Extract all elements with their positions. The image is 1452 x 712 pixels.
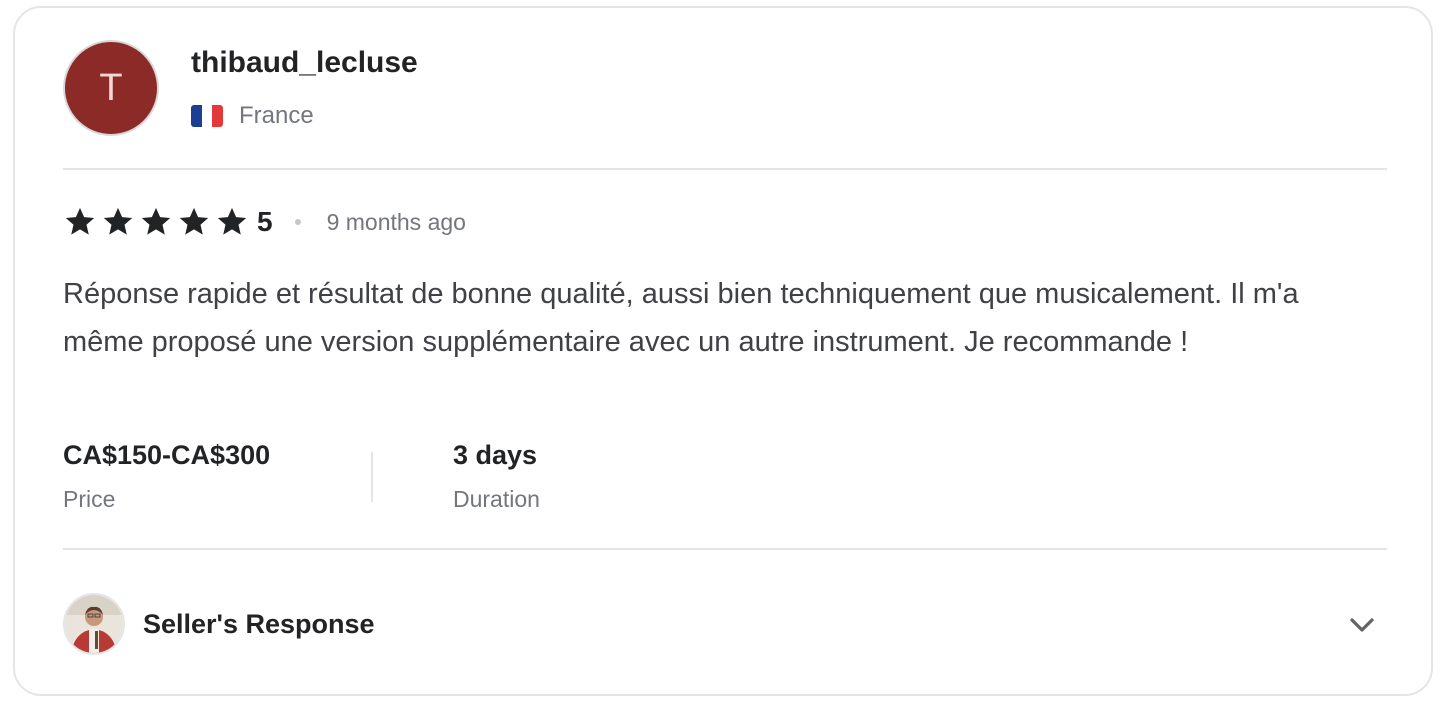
rating-value: 5 xyxy=(257,206,273,237)
divider xyxy=(63,548,1387,550)
star-icon xyxy=(141,207,171,235)
avatar[interactable]: T xyxy=(63,40,159,136)
separator-dot xyxy=(294,219,301,225)
rating-row: 5 9 months ago xyxy=(63,202,466,242)
review-text: Réponse rapide et résultat de bonne qual… xyxy=(63,278,1299,358)
review-card: T thibaud_lecluse France 5 9 months ago … xyxy=(13,6,1433,696)
star-icon xyxy=(65,207,95,235)
reviewer-header: T thibaud_lecluse France xyxy=(63,40,1387,140)
star-icon xyxy=(179,207,209,235)
duration-value: 3 days xyxy=(453,440,538,470)
seller-avatar xyxy=(63,593,125,655)
seller-response-title: Seller's Response xyxy=(143,608,375,639)
reviewer-country-row: France xyxy=(191,102,314,130)
star-rating xyxy=(63,205,249,239)
star-icon xyxy=(103,207,133,235)
reviewer-country: France xyxy=(239,102,314,129)
divider xyxy=(63,168,1387,170)
seller-photo xyxy=(65,595,123,653)
chevron-down-icon[interactable] xyxy=(1347,610,1377,640)
france-flag-icon xyxy=(191,105,223,127)
seller-response-toggle[interactable]: Seller's Response xyxy=(63,592,1387,656)
reviewer-username[interactable]: thibaud_lecluse xyxy=(191,46,418,80)
review-time-ago: 9 months ago xyxy=(326,208,466,235)
price-label: Price xyxy=(63,486,116,512)
price-value: CA$150-CA$300 xyxy=(63,440,271,470)
avatar-initial: T xyxy=(99,66,123,109)
duration-label: Duration xyxy=(453,486,540,512)
meta-divider xyxy=(371,452,373,502)
star-icon xyxy=(217,207,247,235)
